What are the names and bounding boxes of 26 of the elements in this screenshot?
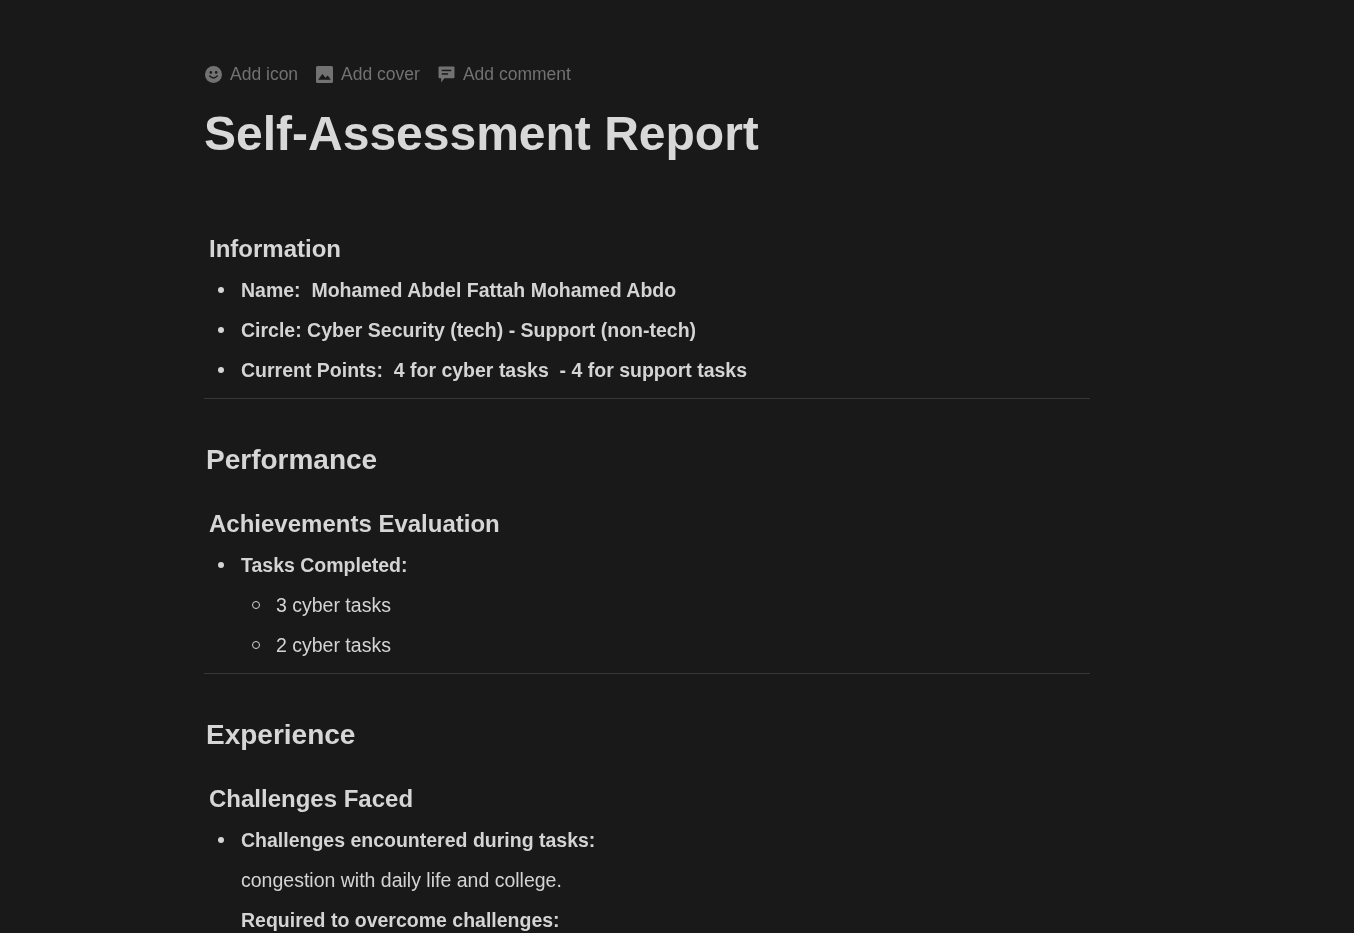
subsection-heading: Challenges Faced [209,784,414,814]
bullet-icon [218,562,224,568]
list-item-text: Tasks Completed: [241,553,408,577]
toolbar-button[interactable]: Add icon [201,62,303,86]
section-heading: Performance [206,443,378,477]
toolbar-button[interactable]: Add comment [433,62,575,86]
subsection-heading: Information [209,234,341,264]
bullet-icon [218,327,224,333]
page-title: Self-Assessment Report [204,107,760,161]
list-item-text: Circle: Cyber Security (tech) - Support (non-tech) [241,318,697,342]
subsection-heading: Achievements Evaluation [209,509,500,539]
paragraph-text: Required to overcome challenges: [241,908,560,932]
smiley-icon [205,65,222,83]
list-item-text: Challenges encountered during tasks: [241,828,596,852]
image-icon [316,65,334,83]
list-item-text: Current Points: 4 for cyber tasks - 4 for support tasks [241,358,748,382]
list-item-text: 3 cyber tasks [276,593,391,617]
section-heading: Experience [206,718,356,752]
toolbar-button[interactable]: Add cover [312,62,424,86]
bullet-icon [218,287,224,293]
comment-icon [437,65,455,83]
bullet-icon [218,367,224,373]
list-item-text: 2 cyber tasks [276,633,391,657]
list-item-text: Name: Mohamed Abdel Fattah Mohamed Abdo [241,278,677,302]
paragraph-text: congestion with daily life and college. [241,868,562,892]
bullet-icon [218,837,224,843]
